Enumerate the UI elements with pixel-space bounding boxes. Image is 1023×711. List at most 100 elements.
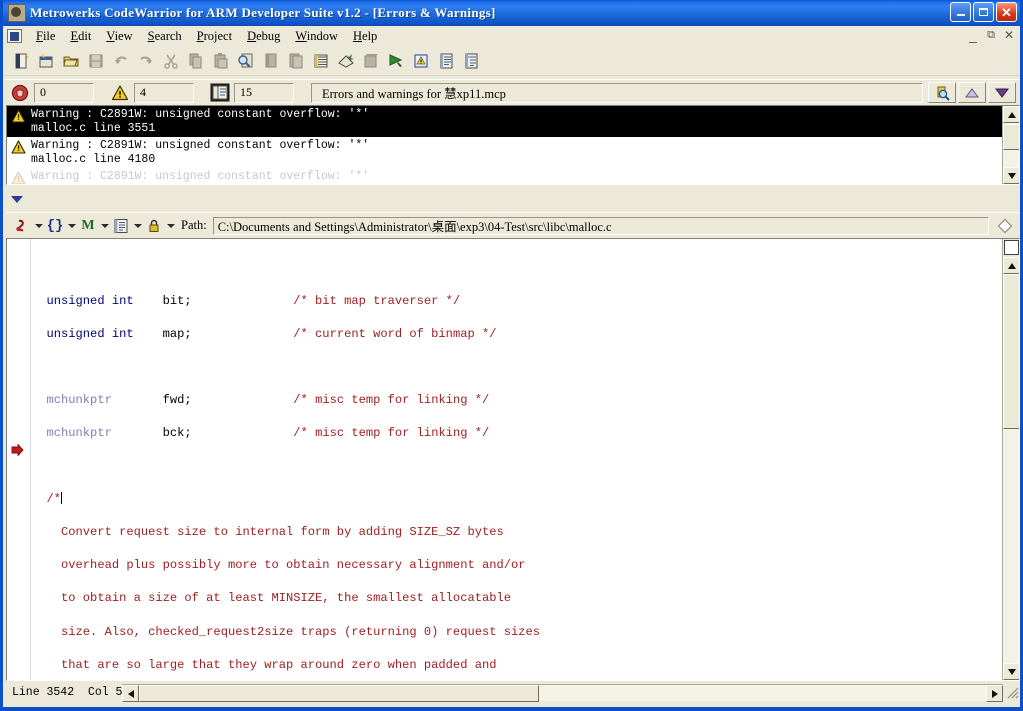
scroll-up-arrow-icon[interactable] bbox=[1003, 106, 1019, 123]
code-editor-body[interactable]: unsigned int bit; /* bit map traverser *… bbox=[6, 238, 1020, 681]
error-filter-button[interactable] bbox=[8, 82, 32, 103]
copy-icon[interactable] bbox=[185, 51, 207, 72]
split-pane-button[interactable] bbox=[1004, 240, 1019, 255]
bookmarks-icon[interactable] bbox=[12, 216, 32, 236]
mdi-window-controls: _ ⧉ ✕ bbox=[966, 28, 1016, 42]
cut-icon[interactable] bbox=[160, 51, 182, 72]
errors-warnings-toolbar: 0 4 15 Errors and warnings for 慧xp11.mcp bbox=[6, 79, 1020, 105]
close-button[interactable]: ✕ bbox=[996, 2, 1017, 22]
dirty-marker-icon[interactable] bbox=[995, 216, 1015, 236]
list-item[interactable]: Warning : C2891W: unsigned constant over… bbox=[7, 137, 1002, 168]
project-inspector-icon[interactable] bbox=[310, 51, 332, 72]
errors-warnings-icon[interactable] bbox=[435, 51, 457, 72]
window-controls: ✕ bbox=[950, 2, 1017, 22]
functions-dropdown-chevron-down-icon[interactable] bbox=[131, 216, 144, 236]
code-line: mchunkptr fwd; /* misc temp for linking … bbox=[32, 392, 490, 407]
menu-file[interactable]: FFileile bbox=[29, 28, 63, 45]
errors-warnings-title: Errors and warnings for 慧xp11.mcp bbox=[311, 82, 923, 103]
menu-debug[interactable]: Debug bbox=[240, 28, 288, 45]
lock-icon[interactable] bbox=[144, 216, 164, 236]
menu-edit[interactable]: Edit bbox=[63, 28, 99, 45]
code-line: mchunkptr bck; /* misc temp for linking … bbox=[32, 426, 490, 441]
menu-window[interactable]: Window bbox=[288, 28, 346, 45]
path-field[interactable]: C:\Documents and Settings\Administrator\… bbox=[212, 216, 989, 235]
code-line: Convert request size to internal form by… bbox=[32, 525, 504, 540]
code-line: overhead plus possibly more to obtain ne… bbox=[32, 558, 526, 573]
message-line-2: malloc.c line 3551 bbox=[31, 122, 156, 135]
make-icon[interactable] bbox=[335, 51, 357, 72]
editor-vertical-scrollbar[interactable] bbox=[1002, 239, 1019, 680]
debug-icon[interactable] bbox=[410, 51, 432, 72]
mdi-close-icon[interactable]: ✕ bbox=[1002, 28, 1016, 42]
list-item[interactable]: Warning : C2891W: unsigned constant over… bbox=[7, 168, 1002, 184]
code-line: unsigned int map; /* current word of bin… bbox=[32, 326, 497, 341]
maximize-icon bbox=[979, 8, 988, 16]
list-item[interactable]: Warning : C2891W: unsigned constant over… bbox=[7, 106, 1002, 137]
message-filter-button[interactable] bbox=[208, 82, 232, 103]
source-editor-window: {} M Path: C:\Documents and Settings\Adm… bbox=[6, 212, 1020, 703]
title-bar: Metrowerks CodeWarrior for ARM Developer… bbox=[3, 0, 1020, 26]
next-message-icon[interactable] bbox=[988, 82, 1016, 103]
previous-message-icon[interactable] bbox=[958, 82, 986, 103]
new-text-file-icon[interactable] bbox=[10, 51, 32, 72]
bring-up-to-date-icon[interactable] bbox=[360, 51, 382, 72]
find-icon[interactable] bbox=[235, 51, 257, 72]
scroll-right-arrow-icon[interactable] bbox=[986, 685, 1003, 702]
save-icon[interactable] bbox=[85, 51, 107, 72]
menu-view[interactable]: View bbox=[99, 28, 140, 45]
resize-grip[interactable] bbox=[1004, 684, 1020, 701]
redo-icon[interactable] bbox=[135, 51, 157, 72]
document-icon[interactable] bbox=[7, 29, 22, 43]
scrollbar-thumb[interactable] bbox=[1003, 124, 1019, 150]
editor-gutter[interactable] bbox=[7, 239, 31, 680]
find-message-icon[interactable] bbox=[928, 82, 956, 103]
code-line: size. Also, checked_request2size traps (… bbox=[32, 624, 541, 639]
braces-dropdown-chevron-down-icon[interactable] bbox=[65, 216, 78, 236]
mdi-restore-icon[interactable]: ⧉ bbox=[984, 28, 998, 42]
scroll-down-arrow-icon[interactable] bbox=[1003, 167, 1019, 184]
text-cursor bbox=[61, 492, 63, 505]
warning-triangle-icon bbox=[11, 108, 31, 136]
code-line: /* bbox=[32, 492, 63, 507]
message-line-2: malloc.c line 4180 bbox=[31, 153, 156, 166]
run-icon[interactable] bbox=[385, 51, 407, 72]
errors-and-warnings-window: 0 4 15 Errors and warnings for 慧xp11.mcp bbox=[6, 79, 1020, 211]
breakpoint-marker-icon[interactable] bbox=[11, 443, 24, 459]
find-next-icon[interactable] bbox=[260, 51, 282, 72]
paste-icon[interactable] bbox=[210, 51, 232, 72]
menu-search[interactable]: Search bbox=[141, 28, 190, 45]
minimize-button[interactable] bbox=[950, 2, 971, 22]
editor-horizontal-scrollbar[interactable] bbox=[122, 684, 1003, 702]
error-count: 0 bbox=[34, 82, 94, 103]
scrollbar-thumb[interactable] bbox=[1003, 274, 1019, 429]
undo-icon[interactable] bbox=[110, 51, 132, 72]
mdi-minimize-icon[interactable]: _ bbox=[966, 28, 980, 42]
new-project-icon[interactable] bbox=[35, 51, 57, 72]
functions-list-icon[interactable] bbox=[111, 216, 131, 236]
errors-warnings-list[interactable]: Warning : C2891W: unsigned constant over… bbox=[6, 105, 1020, 185]
lock-dropdown-chevron-down-icon[interactable] bbox=[164, 216, 177, 236]
warning-count: 4 bbox=[134, 82, 194, 103]
bookmarks-dropdown-chevron-down-icon[interactable] bbox=[32, 216, 45, 236]
scrollbar-thumb[interactable] bbox=[139, 685, 539, 702]
symbolics-icon[interactable] bbox=[460, 51, 482, 72]
maximize-button[interactable] bbox=[973, 2, 994, 22]
markers-dropdown-chevron-down-icon[interactable] bbox=[98, 216, 111, 236]
warning-triangle-icon bbox=[11, 139, 31, 167]
markers-icon[interactable]: M bbox=[78, 216, 98, 236]
scroll-down-arrow-icon[interactable] bbox=[1003, 663, 1019, 680]
expand-all-icon[interactable] bbox=[11, 195, 23, 203]
scroll-left-arrow-icon[interactable] bbox=[122, 685, 139, 702]
code-text[interactable]: unsigned int bit; /* bit map traverser *… bbox=[32, 239, 1002, 680]
warning-triangle-icon bbox=[11, 170, 31, 184]
scroll-up-arrow-icon[interactable] bbox=[1003, 257, 1019, 274]
find-in-files-icon[interactable] bbox=[285, 51, 307, 72]
path-label: Path: bbox=[181, 218, 207, 232]
menu-help[interactable]: Help bbox=[346, 28, 385, 45]
braces-nav-icon[interactable]: {} bbox=[45, 216, 65, 236]
open-file-icon[interactable] bbox=[60, 51, 82, 72]
warning-filter-button[interactable] bbox=[108, 82, 132, 103]
menu-project[interactable]: Project bbox=[190, 28, 240, 45]
errors-list-vertical-scrollbar[interactable] bbox=[1002, 106, 1019, 184]
